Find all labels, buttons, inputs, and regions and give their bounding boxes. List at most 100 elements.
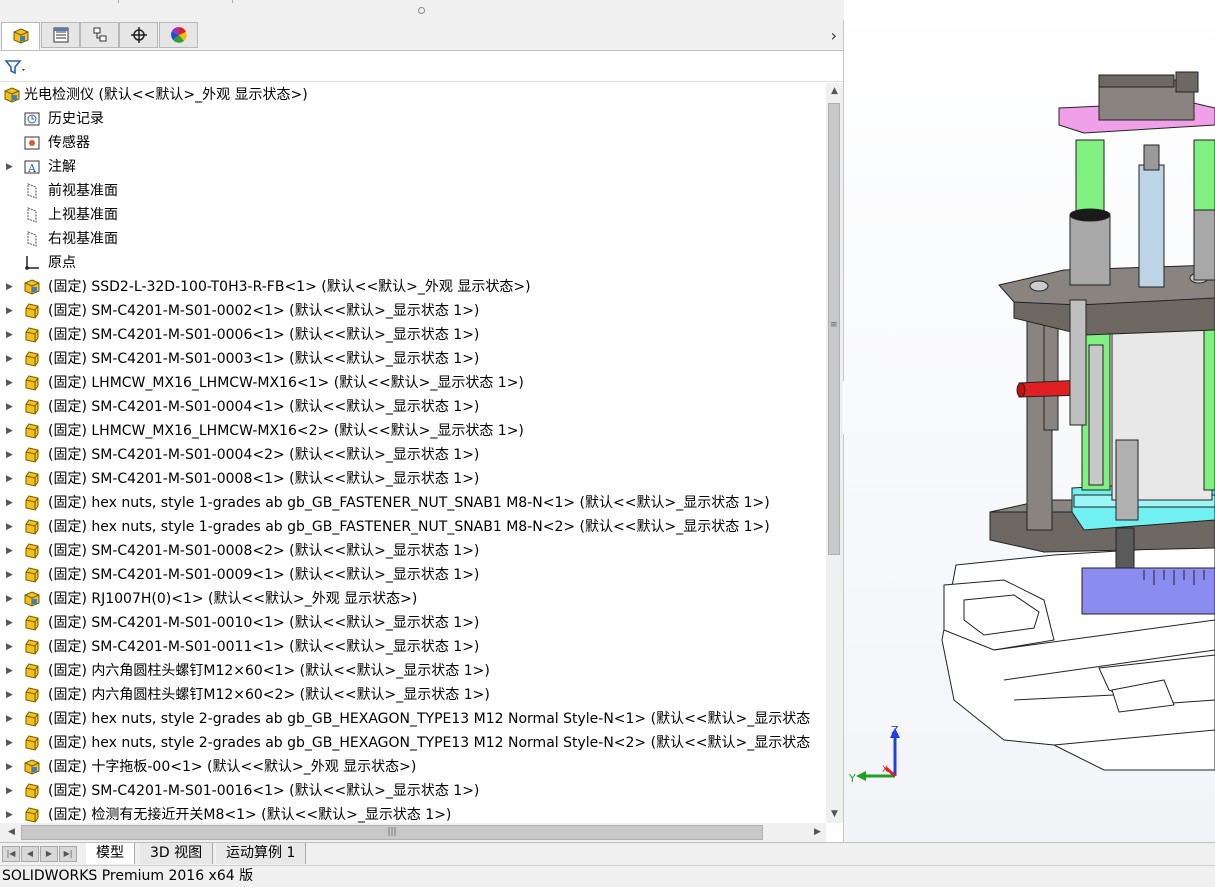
tree-horizontal-scrollbar[interactable]: ◀ ||| ▶ [0, 823, 826, 842]
scroll-down-icon[interactable]: ▼ [826, 806, 843, 823]
tree-item[interactable]: ▶ (固定) LHMCW_MX16_LHMCW-MX16<1> (默认<<默认>_… [0, 371, 826, 395]
expand-arrow-icon[interactable]: ▶ [6, 155, 16, 179]
tree-root-label: 光电检测仪 (默认<<默认>_外观 显示状态>) [24, 87, 308, 103]
feature-tree[interactable]: 光电检测仪 (默认<<默认>_外观 显示状态>) 历史记录 传感器 ▶ A 注解 前视基准… [0, 83, 826, 823]
color-wheel-icon [170, 26, 187, 43]
expand-arrow-icon[interactable]: ▶ [6, 683, 16, 707]
featuremanager-tab[interactable] [1, 22, 40, 50]
tree-item[interactable]: 传感器 [0, 131, 826, 155]
expand-arrow-icon[interactable]: ▶ [6, 779, 16, 803]
tree-item[interactable]: ▶ (固定) SM-C4201-M-S01-0004<2> (默认<<默认>_显示… [0, 443, 826, 467]
sensor-icon [24, 135, 40, 151]
tree-item-label: (固定) 检测有无接近开关M8<1> (默认<<默认>_显示状态 1>) [48, 807, 452, 823]
expand-arrow-icon[interactable]: ▶ [6, 707, 16, 731]
tree-item-label: (固定) SM-C4201-M-S01-0003<1> (默认<<默认>_显示状… [48, 351, 480, 367]
chevron-right-icon[interactable]: › [831, 26, 837, 45]
propertymanager-tab[interactable] [41, 22, 80, 48]
tree-item[interactable]: ▶ (固定) SM-C4201-M-S01-0016<1> (默认<<默认>_显示… [0, 779, 826, 803]
list-icon [53, 27, 68, 43]
expand-arrow-icon[interactable]: ▶ [6, 803, 16, 823]
part-icon [24, 351, 40, 367]
tree-item[interactable]: ▶ (固定) SM-C4201-M-S01-0003<1> (默认<<默认>_显示… [0, 347, 826, 371]
assembly-model-render[interactable] [844, 0, 1215, 842]
part-icon [24, 735, 40, 751]
expand-arrow-icon[interactable]: ▶ [6, 539, 16, 563]
tab-3d-view[interactable]: 3D 视图 [140, 843, 214, 864]
tree-item[interactable]: ▶ (固定) 检测有无接近开关M8<1> (默认<<默认>_显示状态 1>) [0, 803, 826, 823]
tree-item[interactable]: ▶ (固定) SM-C4201-M-S01-0004<1> (默认<<默认>_显示… [0, 395, 826, 419]
splitter-grip[interactable] [418, 7, 425, 14]
tree-item[interactable]: ▶ (固定) 十字拖板-00<1> (默认<<默认>_外观 显示状态>) [0, 755, 826, 779]
expand-arrow-icon[interactable]: ▶ [6, 563, 16, 587]
graphics-viewport[interactable]: Z Y X [844, 0, 1215, 842]
tree-item[interactable]: ▶ (固定) hex nuts, style 1-grades ab gb_GB_… [0, 515, 826, 539]
tree-item[interactable]: 前视基准面 [0, 179, 826, 203]
assembly-icon [24, 591, 40, 607]
top-splitter-strip[interactable] [0, 0, 843, 21]
tree-item[interactable]: ▶ A 注解 [0, 155, 826, 179]
tab-model[interactable]: 模型 [86, 843, 135, 864]
part-icon [24, 303, 40, 319]
filter-button[interactable] [4, 56, 30, 78]
tree-item-label: (固定) SSD2-L-32D-100-T0H3-R-FB<1> (默认<<默认… [48, 279, 531, 295]
bottom-tabbar: |◀ ◀ ▶ ▶| 模型 3D 视图 运动算例 1 [0, 842, 1215, 865]
tree-item[interactable]: ▶ (固定) SSD2-L-32D-100-T0H3-R-FB<1> (默认<<默… [0, 275, 826, 299]
prev-tab-icon[interactable]: ◀ [21, 846, 39, 862]
tree-item[interactable]: ▶ (固定) SM-C4201-M-S01-0010<1> (默认<<默认>_显示… [0, 611, 826, 635]
expand-arrow-icon[interactable]: ▶ [6, 371, 16, 395]
tree-item-label: (固定) SM-C4201-M-S01-0004<1> (默认<<默认>_显示状… [48, 399, 480, 415]
tree-item[interactable]: ▶ (固定) 内六角圆柱头螺钉M12×60<2> (默认<<默认>_显示状态 1>… [0, 683, 826, 707]
tree-item[interactable]: 右视基准面 [0, 227, 826, 251]
tree-item[interactable]: ▶ (固定) SM-C4201-M-S01-0011<1> (默认<<默认>_显示… [0, 635, 826, 659]
display-manager-tab[interactable] [159, 22, 198, 48]
hscroll-thumb[interactable]: ||| [21, 825, 763, 840]
part-icon [24, 615, 40, 631]
expand-arrow-icon[interactable]: ▶ [6, 611, 16, 635]
expand-arrow-icon[interactable]: ▶ [6, 299, 16, 323]
part-icon [24, 543, 40, 559]
tree-item[interactable]: ▶ (固定) SM-C4201-M-S01-0008<2> (默认<<默认>_显示… [0, 539, 826, 563]
tab-motion-study[interactable]: 运动算例 1 [216, 843, 307, 864]
expand-arrow-icon[interactable]: ▶ [6, 515, 16, 539]
tree-item[interactable]: ▶ (固定) hex nuts, style 2-grades ab gb_GB_… [0, 707, 826, 731]
expand-arrow-icon[interactable]: ▶ [6, 731, 16, 755]
tree-item[interactable]: ▶ (固定) 内六角圆柱头螺钉M12×60<1> (默认<<默认>_显示状态 1>… [0, 659, 826, 683]
axis-z-label: Z [891, 724, 899, 737]
expand-arrow-icon[interactable]: ▶ [6, 755, 16, 779]
tree-root[interactable]: 光电检测仪 (默认<<默认>_外观 显示状态>) [0, 83, 826, 107]
tree-item[interactable]: ▶ (固定) hex nuts, style 1-grades ab gb_GB_… [0, 491, 826, 515]
next-tab-icon[interactable]: ▶ [40, 846, 58, 862]
first-tab-icon[interactable]: |◀ [2, 846, 20, 862]
part-icon [24, 687, 40, 703]
expand-arrow-icon[interactable]: ▶ [6, 419, 16, 443]
tree-item[interactable]: ▶ (固定) RJ1007H(0)<1> (默认<<默认>_外观 显示状态>) [0, 587, 826, 611]
expand-arrow-icon[interactable]: ▶ [6, 443, 16, 467]
scroll-up-icon[interactable]: ▲ [826, 83, 843, 100]
tree-item[interactable]: ▶ (固定) SM-C4201-M-S01-0009<1> (默认<<默认>_显示… [0, 563, 826, 587]
expand-arrow-icon[interactable]: ▶ [6, 635, 16, 659]
expand-arrow-icon[interactable]: ▶ [6, 323, 16, 347]
configurationmanager-tab[interactable] [80, 22, 119, 48]
tree-item[interactable]: ▶ (固定) SM-C4201-M-S01-0008<1> (默认<<默认>_显示… [0, 467, 826, 491]
tree-item[interactable]: ▶ (固定) SM-C4201-M-S01-0002<1> (默认<<默认>_显示… [0, 299, 826, 323]
tree-item-label: 原点 [48, 255, 76, 271]
scroll-right-icon[interactable]: ▶ [809, 823, 826, 842]
tree-item[interactable]: ▶ (固定) hex nuts, style 2-grades ab gb_GB_… [0, 731, 826, 755]
tree-vertical-scrollbar[interactable]: ▲ ≡ ▼ [826, 83, 843, 823]
expand-arrow-icon[interactable]: ▶ [6, 659, 16, 683]
tree-item[interactable]: 历史记录 [0, 107, 826, 131]
expand-arrow-icon[interactable]: ▶ [6, 587, 16, 611]
tree-item[interactable]: ▶ (固定) LHMCW_MX16_LHMCW-MX16<2> (默认<<默认>_… [0, 419, 826, 443]
last-tab-icon[interactable]: ▶| [59, 846, 77, 862]
tree-item[interactable]: 原点 [0, 251, 826, 275]
expand-arrow-icon[interactable]: ▶ [6, 395, 16, 419]
expand-arrow-icon[interactable]: ▶ [6, 347, 16, 371]
tree-item[interactable]: ▶ (固定) SM-C4201-M-S01-0006<1> (默认<<默认>_显示… [0, 323, 826, 347]
expand-arrow-icon[interactable]: ▶ [6, 275, 16, 299]
filter-icon [4, 60, 25, 75]
dimxpert-tab[interactable] [119, 22, 158, 48]
expand-arrow-icon[interactable]: ▶ [6, 467, 16, 491]
tree-item[interactable]: 上视基准面 [0, 203, 826, 227]
scroll-left-icon[interactable]: ◀ [3, 823, 20, 842]
expand-arrow-icon[interactable]: ▶ [6, 491, 16, 515]
